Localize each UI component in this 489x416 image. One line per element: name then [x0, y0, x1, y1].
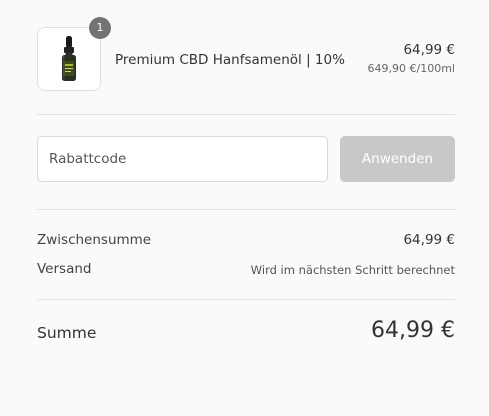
total-value: 64,99 €: [371, 318, 455, 343]
total-label: Summe: [37, 324, 97, 342]
product-thumbnail: [37, 27, 101, 91]
divider: [37, 114, 455, 115]
product-price: 64,99 €: [403, 42, 455, 58]
shipping-row: Versand Wird im nächsten Schritt berechn…: [37, 261, 455, 281]
dropper-bottle-image: [62, 36, 76, 81]
product-name: Premium CBD Hanfsamenöl | 10%: [115, 52, 345, 68]
subtotal-value: 64,99 €: [403, 232, 455, 248]
apply-discount-button[interactable]: Anwenden: [340, 136, 455, 182]
subtotal-row: Zwischensumme 64,99 €: [37, 232, 455, 252]
discount-code-input[interactable]: [37, 136, 328, 182]
cart-line-item: 1 Premium CBD Hanfsamenöl | 10% 64,99 € …: [37, 17, 455, 93]
quantity-badge: 1: [89, 17, 111, 39]
divider: [37, 299, 455, 300]
divider: [37, 209, 455, 210]
shipping-value: Wird im nächsten Schritt berechnet: [250, 263, 455, 277]
shipping-label: Versand: [37, 261, 92, 277]
subtotal-label: Zwischensumme: [37, 232, 152, 248]
unit-price: 649,90 €/100ml: [367, 62, 455, 75]
